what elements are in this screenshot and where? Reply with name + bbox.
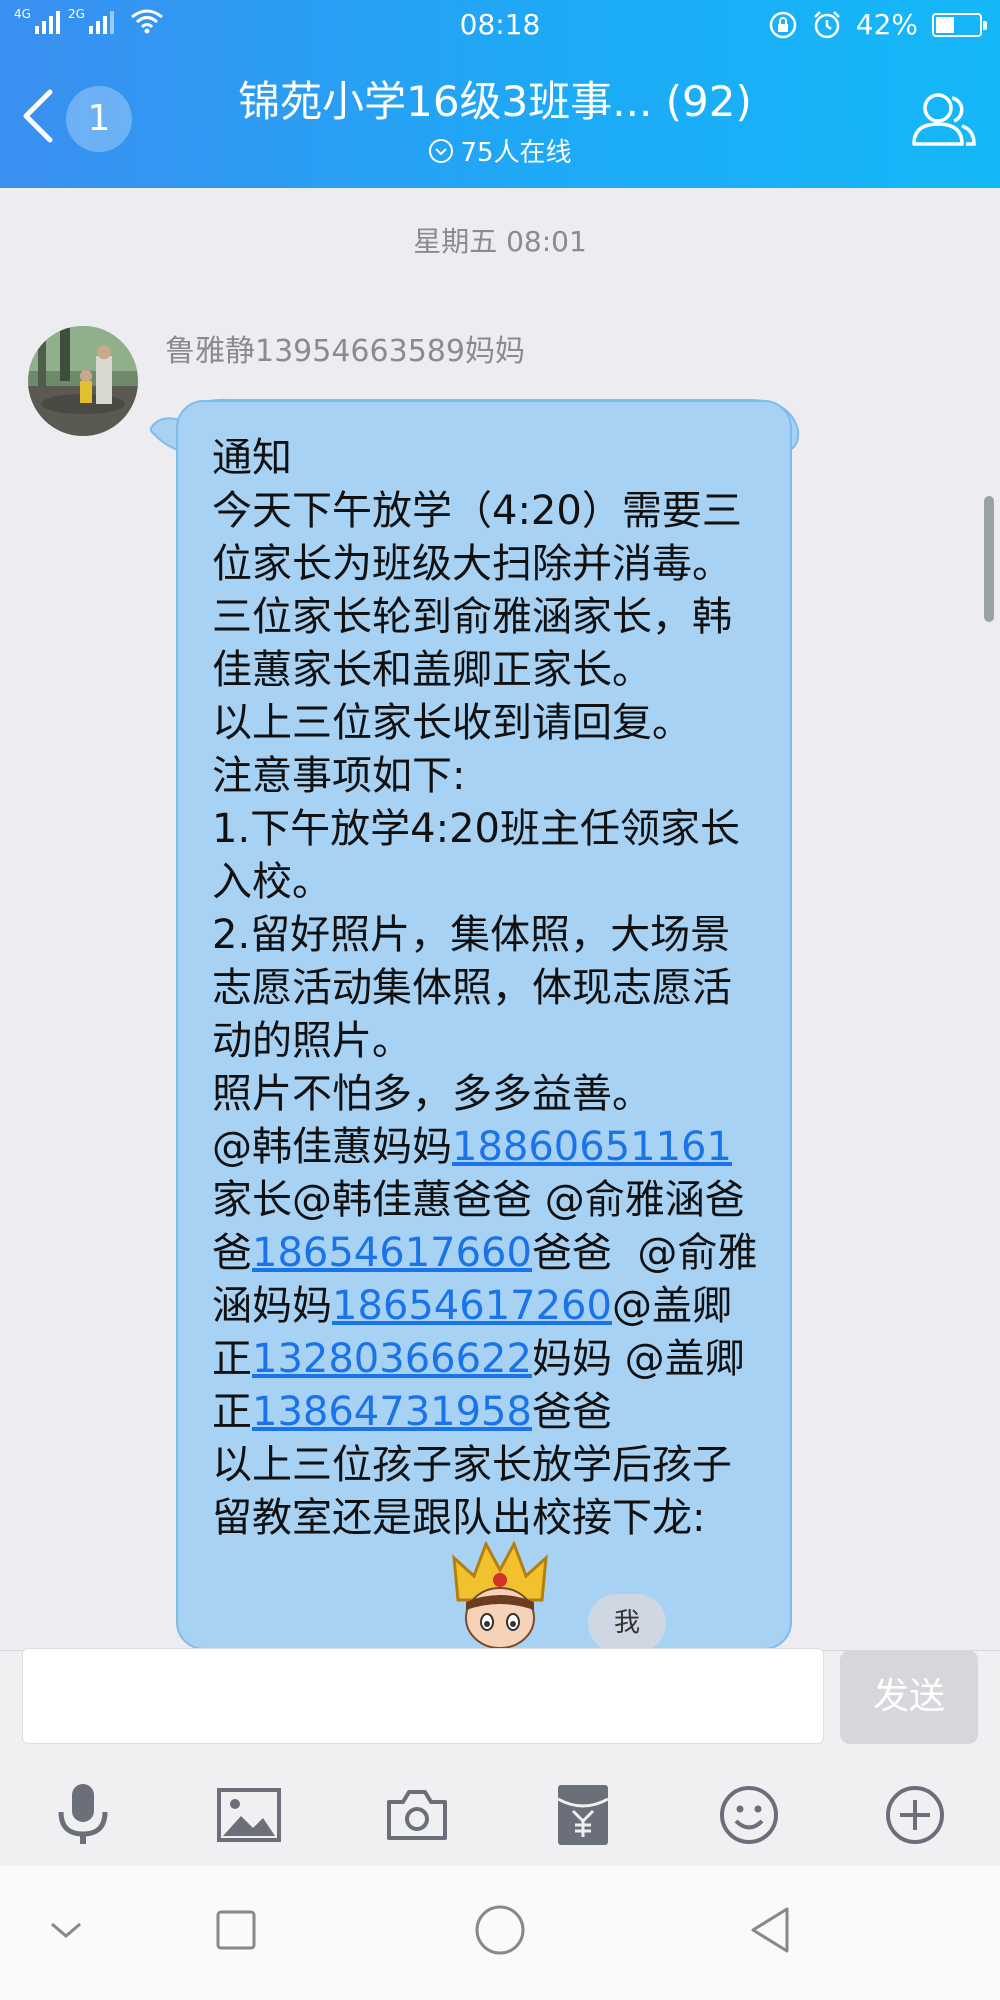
nav-back-button[interactable] bbox=[740, 1900, 800, 1960]
plus-icon bbox=[886, 1786, 944, 1844]
status-right: 42% bbox=[768, 8, 987, 41]
red-packet-button[interactable] bbox=[548, 1780, 618, 1850]
square-icon bbox=[216, 1910, 256, 1950]
triangle-back-icon bbox=[751, 1907, 789, 1953]
chevron-down-icon bbox=[51, 1922, 81, 1938]
image-icon bbox=[217, 1788, 281, 1842]
red-packet-icon bbox=[557, 1785, 609, 1845]
online-count-label: 75人在线 bbox=[460, 138, 572, 168]
scrollbar[interactable] bbox=[984, 496, 994, 622]
nav-recents-button[interactable] bbox=[206, 1900, 266, 1960]
sender-name: 鲁雅静13954663589妈妈 bbox=[165, 334, 525, 369]
microphone-button[interactable] bbox=[48, 1780, 118, 1850]
avatar-photo bbox=[28, 326, 138, 436]
phone-link-3[interactable]: 18654617260 bbox=[332, 1283, 612, 1329]
nav-hide-button[interactable] bbox=[36, 1900, 96, 1960]
emoji-icon bbox=[720, 1786, 778, 1844]
lock-rotation-icon bbox=[769, 11, 797, 38]
phone-link-5[interactable]: 13864731958 bbox=[252, 1389, 532, 1435]
online-count[interactable]: 75人在线 bbox=[0, 132, 1000, 169]
image-button[interactable] bbox=[214, 1780, 284, 1850]
message-bubble[interactable]: 通知 今天下午放学（4:20）需要三位家长为班级大扫除并消毒。 三位家长轮到俞雅… bbox=[176, 400, 792, 1650]
microphone-icon bbox=[58, 1784, 108, 1844]
app-header: 4G 2G 08:18 42% 1 锦苑小学16级3班事... (92) 75人… bbox=[0, 0, 1000, 188]
chevron-down-circle-icon bbox=[429, 138, 454, 163]
me-badge[interactable]: 我 bbox=[588, 1594, 666, 1652]
message-input[interactable] bbox=[22, 1648, 824, 1744]
group-members-icon[interactable] bbox=[908, 84, 978, 154]
send-button[interactable]: 发送 bbox=[840, 1650, 978, 1744]
alarm-icon bbox=[813, 10, 840, 38]
phone-link-4[interactable]: 13280366622 bbox=[252, 1336, 532, 1382]
emoji-button[interactable] bbox=[714, 1780, 784, 1850]
plus-button[interactable] bbox=[880, 1780, 950, 1850]
phone-link-2[interactable]: 18654617660 bbox=[252, 1230, 532, 1276]
message-timestamp: 星期五 08:01 bbox=[413, 225, 587, 258]
camera-icon bbox=[387, 1790, 447, 1840]
sender-avatar[interactable] bbox=[28, 326, 138, 436]
phone-link-1[interactable]: 18860651161 bbox=[452, 1124, 732, 1170]
message-text: 通知 今天下午放学（4:20）需要三位家长为班级大扫除并消毒。 三位家长轮到俞雅… bbox=[212, 432, 760, 1545]
message-part-1: 通知 今天下午放学（4:20）需要三位家长为班级大扫除并消毒。 三位家长轮到俞雅… bbox=[212, 435, 742, 1170]
sticker-character[interactable] bbox=[440, 1540, 560, 1650]
chat-title: 锦苑小学16级3班事... (92) bbox=[238, 77, 752, 126]
status-bar: 4G 2G 08:18 42% bbox=[0, 0, 1000, 50]
circle-icon bbox=[475, 1905, 525, 1955]
camera-button[interactable] bbox=[382, 1780, 452, 1850]
nav-home-button[interactable] bbox=[470, 1900, 530, 1960]
battery-icon bbox=[932, 12, 987, 37]
battery-percent: 42% bbox=[855, 8, 918, 41]
